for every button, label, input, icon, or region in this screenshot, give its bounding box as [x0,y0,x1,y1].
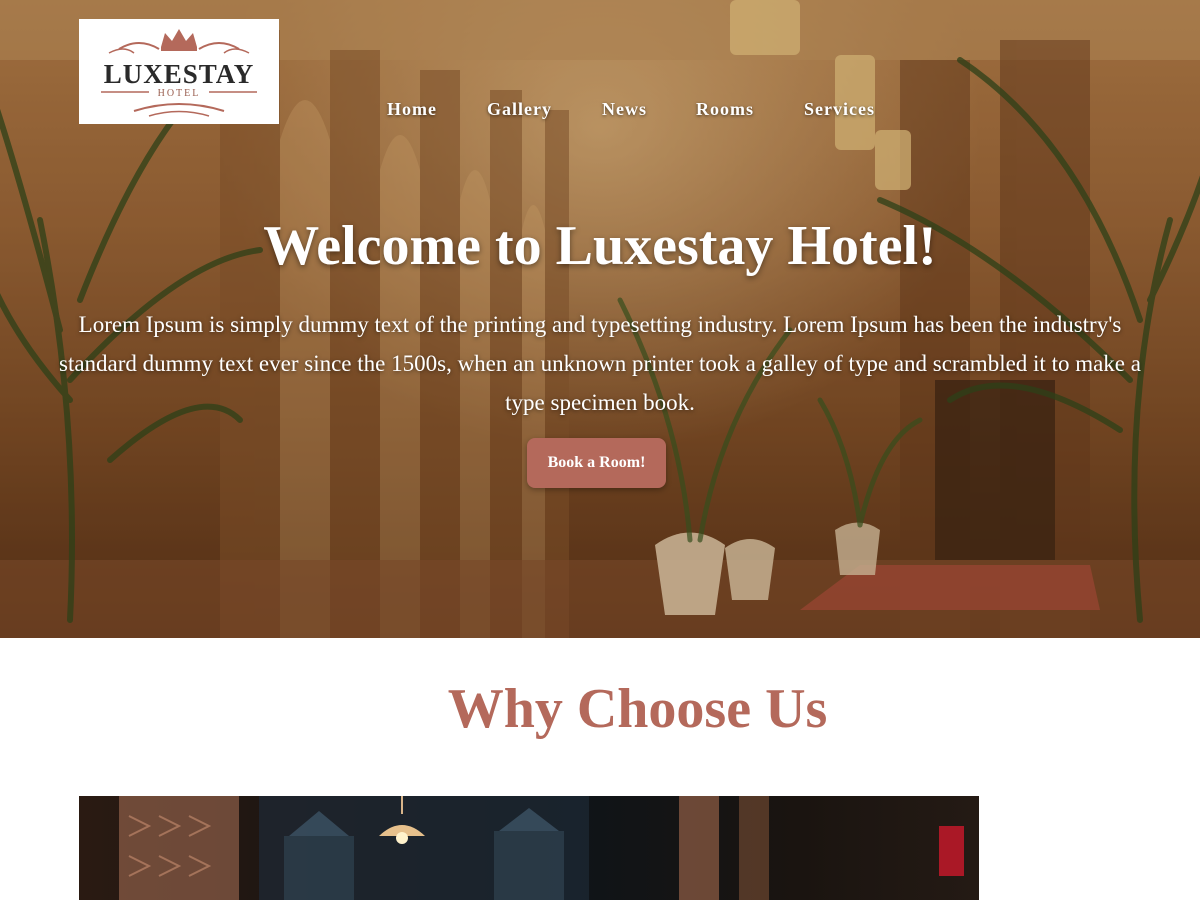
nav-item-services[interactable]: Services [804,99,875,120]
logo-subtitle: HOTEL [157,88,201,99]
feature-image [79,796,979,900]
restaurant-interior-image [119,796,964,900]
nav-item-rooms[interactable]: Rooms [696,99,754,120]
nav-item-gallery[interactable]: Gallery [487,99,552,120]
why-choose-us-title: Why Choose Us [447,678,828,740]
nav-item-home[interactable]: Home [387,99,437,120]
logo-title: LUXESTAY [103,59,255,89]
main-nav: Home Gallery News Rooms Services [0,99,1200,123]
hero-title: Welcome to Luxestay Hotel! [263,215,937,277]
nav-item-news[interactable]: News [602,99,647,120]
hero-section: LUXESTAY HOTEL Home Gallery News Rooms S… [0,0,1200,638]
hero-description: Lorem Ipsum is simply dummy text of the … [59,312,1141,415]
book-room-button[interactable]: Book a Room! [527,438,666,488]
